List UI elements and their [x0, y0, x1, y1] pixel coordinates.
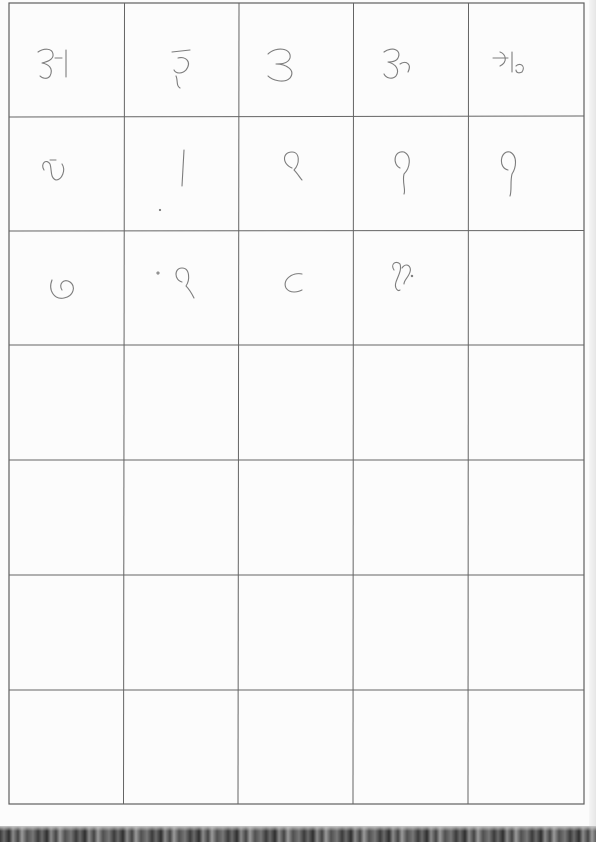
- grid-horizontal-lines: [8, 115, 585, 691]
- glyph-cell-r2-c1: [156, 267, 195, 299]
- glyph-cell-r0-c2: [267, 48, 293, 82]
- glyph-cell-r1-c1: [158, 149, 185, 212]
- glyph-cell-r1-c3: [394, 151, 410, 195]
- grid-vertical-lines: [123, 2, 469, 805]
- glyph-cell-r0-c3: [383, 48, 410, 79]
- grid-outer-border: [8, 2, 585, 805]
- glyph-cell-r0-c0: [37, 48, 67, 79]
- glyph-cell-r0-c4: [492, 51, 524, 74]
- glyph-cell-r2-c2: [284, 273, 303, 293]
- glyph-cell-r1-c0: [42, 159, 65, 181]
- glyph-cell-r1-c2: [283, 151, 303, 181]
- glyph-cell-r1-c4: [500, 151, 517, 197]
- glyph-cell-r0-c1: [171, 49, 191, 89]
- glyph-cell-r2-c0: [50, 279, 74, 299]
- worksheet-page: [0, 0, 596, 842]
- glyph-cell-r2-c3: [392, 261, 414, 292]
- handwriting-grid: [8, 2, 585, 805]
- page-right-edge-shadow: [589, 0, 596, 826]
- scanner-bottom-edge: [0, 826, 596, 842]
